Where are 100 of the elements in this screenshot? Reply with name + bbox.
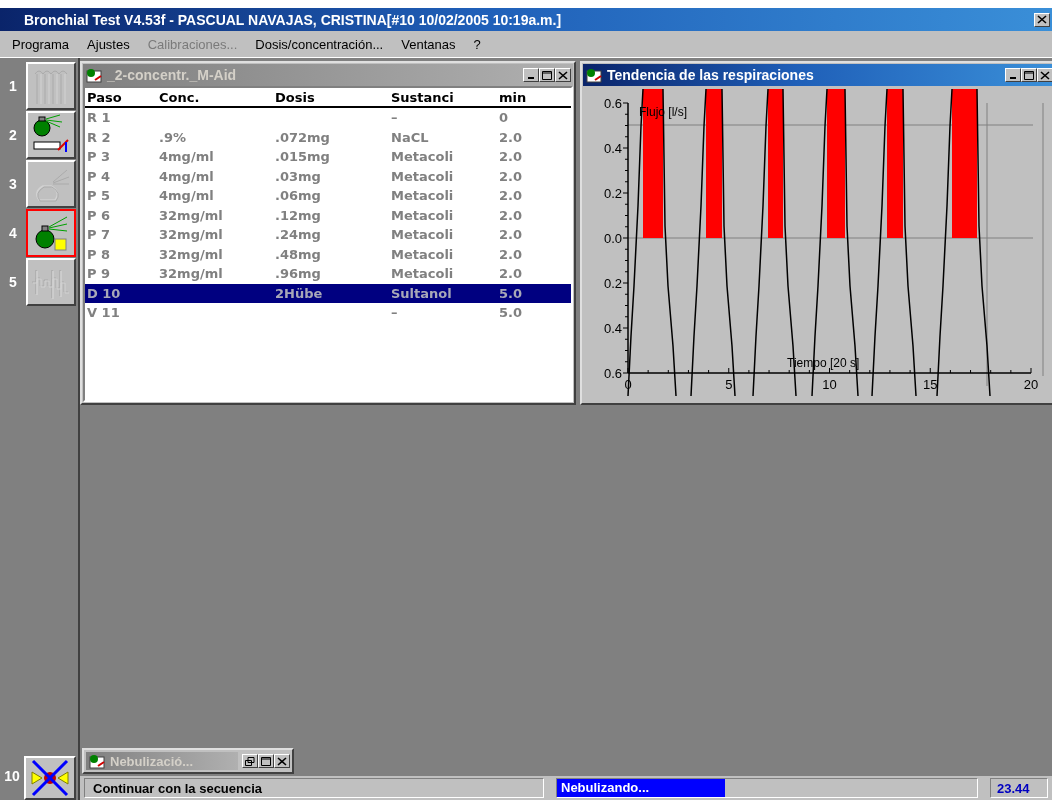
table-row[interactable]: P 3 4mg/ml .015mg Metacoli 2.0 (85, 147, 571, 167)
close-icon (1040, 70, 1050, 80)
menu-item[interactable]: Ventanas (401, 36, 456, 52)
axis-tick-label: 0.2 (603, 186, 622, 201)
table-cell-text: Sultanol (390, 285, 453, 301)
table-cell-text: – (390, 305, 399, 321)
close-icon (1037, 15, 1047, 24)
restore-button[interactable] (242, 754, 258, 768)
column-header: Dosis (274, 89, 316, 106)
table-cell-text: Metacoli (390, 227, 455, 243)
table-cell-text: 32mg/ml (158, 246, 224, 262)
table-cell-text: 5.0 (498, 305, 524, 321)
table-row[interactable]: P 5 4mg/ml .06mg Metacoli 2.0 (85, 186, 571, 206)
table-cell-text: 2.0 (498, 149, 524, 165)
table-row[interactable]: P 7 32mg/ml .24mg Metacoli 2.0 (85, 225, 571, 245)
close-button[interactable] (1034, 12, 1050, 27)
maximize-button[interactable] (539, 68, 555, 82)
table-cell-text: 4mg/ml (158, 149, 215, 165)
crossed-arrows-icon (30, 758, 70, 798)
table-cell-text: Metacoli (390, 207, 455, 223)
table-cell-text: Metacoli (390, 168, 455, 184)
minimized-window[interactable]: Nebulizació... (82, 748, 294, 774)
axis-tick-label: 0.4 (603, 321, 622, 336)
table-cell-text: 2.0 (498, 207, 524, 223)
table-cell-text: V 11 (86, 305, 121, 321)
axis-tick-label: 10 (822, 377, 837, 392)
menu-item[interactable]: ? (473, 36, 481, 52)
axis-tick-label: 0.0 (603, 231, 622, 246)
menu-item[interactable]: Ajustes (87, 36, 130, 52)
close-button[interactable] (555, 68, 571, 82)
table-row[interactable]: P 9 32mg/ml .96mg Metacoli 2.0 (85, 264, 571, 284)
status-message: Continuar con la secuencia (84, 778, 544, 798)
table-cell-text: 0 (498, 110, 510, 126)
table-cell-text: 4mg/ml (158, 168, 215, 184)
restore-icon (245, 756, 255, 766)
maximize-icon (1024, 70, 1034, 80)
table-cell-text: 2.0 (498, 266, 524, 282)
table-cell-text: P 3 (86, 149, 112, 165)
window-icon (585, 67, 603, 83)
window-title: Nebulizació... (110, 753, 194, 769)
table-row[interactable]: D 10 2Hübe Sultanol 5.0 (85, 283, 571, 303)
axis-tick-label: 0.2 (603, 276, 622, 291)
table-row[interactable]: P 4 4mg/ml .03mg Metacoli 2.0 (85, 166, 571, 186)
axis-tick-label: 0.4 (603, 141, 622, 156)
step-number: 1 (8, 77, 18, 94)
table-row[interactable]: R 1 – 0 (85, 108, 571, 128)
table-cell-text: – (390, 110, 399, 126)
table-cell-text: .9% (158, 129, 187, 145)
maximize-button[interactable] (1021, 68, 1037, 82)
minimize-button[interactable] (1005, 68, 1021, 82)
axis-tick-label: 0.6 (603, 366, 622, 381)
tool-button[interactable] (26, 110, 76, 159)
table-row[interactable]: P 6 32mg/ml .12mg Metacoli 2.0 (85, 205, 571, 225)
menu-item[interactable]: Dosis/concentración... (255, 36, 384, 52)
tool-button[interactable] (26, 208, 76, 257)
close-icon (277, 756, 287, 766)
table-cell-text: .12mg (274, 207, 322, 223)
column-header: min (498, 89, 528, 106)
minimize-button[interactable] (523, 68, 539, 82)
table-cell-text: P 9 (86, 266, 112, 282)
menu-item[interactable]: Programa (12, 36, 70, 52)
step-number: 10 (3, 768, 21, 786)
table-cell-text: R 1 (86, 110, 112, 126)
table-row[interactable]: P 8 32mg/ml .48mg Metacoli 2.0 (85, 244, 571, 264)
table-cell-text: 32mg/ml (158, 207, 224, 223)
table-cell-text: .24mg (274, 227, 322, 243)
progress-label: Nebulizando... (561, 780, 650, 795)
table-cell-text: 2.0 (498, 168, 524, 184)
table-cell-text: NaCL (390, 129, 430, 145)
table-cell-text: Metacoli (390, 188, 455, 204)
table-cell-text: P 6 (86, 207, 112, 223)
window-title: _2-concentr._M-Aid (107, 67, 238, 83)
column-header: Conc. (158, 89, 201, 106)
tool-button[interactable] (24, 756, 76, 800)
table-cell-text: .072mg (274, 129, 331, 145)
minimize-icon (1010, 77, 1016, 79)
close-button[interactable] (1037, 68, 1052, 82)
table-cell-text: .03mg (274, 168, 322, 184)
table-row[interactable]: V 11 – 5.0 (85, 303, 571, 323)
table-cell-text: Metacoli (390, 149, 455, 165)
window-title: Bronchial Test V4.53f - PASCUAL NAVAJAS, CRISTINA[#10 10/02/2005 10:19a.m.] (24, 11, 563, 28)
close-button[interactable] (274, 754, 290, 768)
step-number: 2 (8, 126, 18, 143)
table-cell-text: 4mg/ml (158, 188, 215, 204)
table-cell-text: R 2 (86, 129, 112, 145)
step-number: 4 (8, 224, 18, 241)
table-row[interactable]: R 2 .9% .072mg NaCL 2.0 (85, 127, 571, 147)
table-cell-text: .96mg (274, 266, 322, 282)
axis-tick-label: 0.6 (603, 96, 622, 111)
step-number: 3 (8, 175, 18, 192)
axis-tick-label: 15 (923, 377, 938, 392)
column-header: Sustanci (390, 89, 455, 106)
table-cell-text: P 4 (86, 168, 112, 184)
table-cell-text: 2.0 (498, 246, 524, 262)
table-cell-text: 2Hübe (274, 285, 324, 301)
table-cell-text: .015mg (274, 149, 331, 165)
table-cell-text: .48mg (274, 246, 322, 262)
window-title: Tendencia de las respiraciones (607, 67, 815, 83)
maximize-icon (542, 70, 552, 80)
maximize-button[interactable] (258, 754, 274, 768)
